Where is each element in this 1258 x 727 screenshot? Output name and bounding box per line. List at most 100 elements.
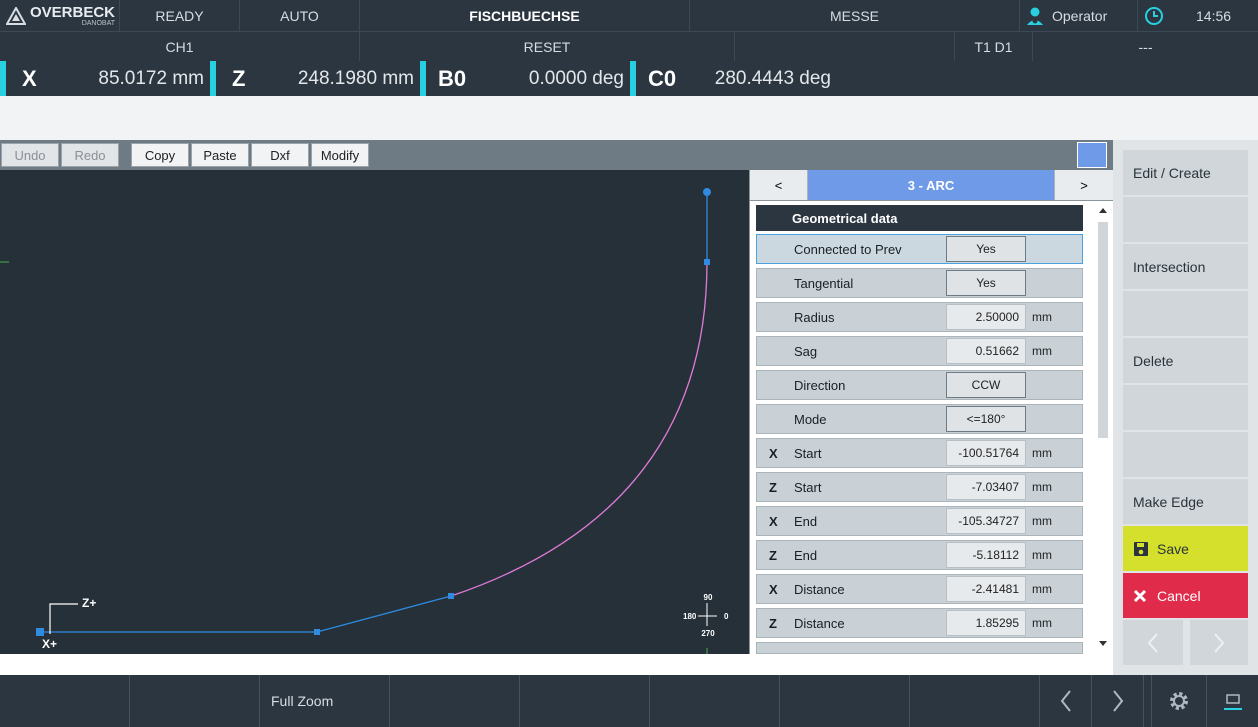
row-axis: X — [769, 513, 778, 529]
tangential-toggle[interactable]: Yes — [946, 270, 1026, 296]
row-label: Radius — [794, 309, 835, 325]
z-end-input[interactable]: -5.18112 — [946, 542, 1026, 568]
channel-label: CH1 — [0, 32, 360, 61]
axis-marker — [420, 61, 426, 96]
side-next-button[interactable] — [1190, 620, 1248, 665]
row-axis: X — [769, 445, 778, 461]
x-plus-label: X+ — [42, 637, 58, 651]
connected-to-prev-toggle[interactable]: Yes — [946, 236, 1026, 262]
full-zoom-button[interactable]: Full Zoom — [260, 675, 390, 727]
axis-name: B0 — [438, 65, 467, 91]
save-button[interactable]: Save — [1123, 526, 1248, 571]
z-distance-input[interactable]: 1.85295 — [946, 610, 1026, 636]
paste-button[interactable]: Paste — [191, 143, 249, 167]
redo-button[interactable]: Redo — [61, 143, 119, 167]
compass-bottom-label: 270 — [701, 629, 715, 638]
direction-toggle[interactable]: CCW — [946, 372, 1026, 398]
color-swatch-button[interactable] — [1077, 142, 1107, 168]
row-unit: mm — [1032, 310, 1052, 324]
contour-point[interactable] — [314, 629, 320, 635]
machine-button[interactable] — [1207, 675, 1258, 727]
brand-name: OVERBECK — [30, 3, 116, 21]
side-empty-button[interactable] — [1123, 197, 1248, 242]
panel-scrollbar[interactable] — [1094, 204, 1112, 650]
cancel-button[interactable]: Cancel — [1123, 573, 1248, 618]
contour-canvas[interactable]: Z+ X+ 90 180 0 270 — [0, 170, 749, 654]
side-empty-button[interactable] — [1123, 432, 1248, 477]
measure-label: MESSE — [690, 0, 1020, 31]
axis-name: Z — [232, 65, 246, 91]
side-prev-button[interactable] — [1123, 620, 1183, 665]
copy-button[interactable]: Copy — [131, 143, 189, 167]
x-end-input[interactable]: -105.34727 — [946, 508, 1026, 534]
contour-end-point[interactable] — [703, 188, 711, 196]
softkey-4[interactable] — [390, 675, 520, 727]
property-row-radius: Radius 2.50000 mm — [756, 302, 1083, 332]
radius-input[interactable]: 2.50000 — [946, 304, 1026, 330]
delete-button[interactable]: Delete — [1123, 338, 1248, 383]
program-name: FISCHBUECHSE — [360, 0, 690, 31]
bottom-separator — [1144, 675, 1152, 727]
property-row-x-distance: X Distance -2.41481 mm — [756, 574, 1083, 604]
mode-toggle[interactable]: <=180° — [946, 406, 1026, 432]
bottom-softkey-bar: Full Zoom — [0, 675, 1258, 727]
side-empty-button[interactable] — [1123, 385, 1248, 430]
property-row-z-distance: Z Distance 1.85295 mm — [756, 608, 1083, 638]
axis-b0: B0 0.0000 deg — [420, 61, 630, 96]
property-row-z-end: Z End -5.18112 mm — [756, 540, 1083, 570]
row-label: Start — [794, 445, 822, 461]
clock-icon — [1145, 6, 1163, 25]
softkey-5[interactable] — [520, 675, 650, 727]
scroll-down-icon[interactable] — [1099, 641, 1107, 646]
dxf-button[interactable]: Dxf — [251, 143, 309, 167]
softkey-6[interactable] — [650, 675, 780, 727]
softkey-7[interactable] — [780, 675, 910, 727]
prev-element-button[interactable]: < — [750, 170, 808, 200]
row-unit: mm — [1032, 446, 1052, 460]
softkey-2[interactable] — [130, 675, 260, 727]
section-header: Geometrical data — [756, 205, 1083, 231]
undo-button[interactable]: Undo — [1, 143, 59, 167]
tool-value: --- — [1138, 38, 1153, 55]
user-area[interactable]: Operator — [1020, 0, 1138, 31]
settings-button[interactable] — [1152, 675, 1207, 727]
axis-value: 280.4443 deg — [714, 67, 831, 89]
scroll-up-icon[interactable] — [1099, 208, 1107, 213]
z-start-input[interactable]: -7.03407 — [946, 474, 1026, 500]
intersection-button[interactable]: Intersection — [1123, 244, 1248, 289]
contour-drawing[interactable] — [0, 170, 749, 654]
edit-create-button[interactable]: Edit / Create — [1123, 150, 1248, 195]
gear-icon — [1170, 692, 1188, 710]
compass-top-label: 90 — [703, 593, 713, 602]
row-label: End — [794, 513, 818, 529]
row-axis: X — [769, 581, 778, 597]
bottom-next-button[interactable] — [1092, 675, 1144, 727]
axis-value: 248.1980 mm — [297, 67, 414, 89]
row-label: Distance — [794, 581, 845, 597]
clock-area: 14:56 — [1138, 0, 1258, 31]
operator-icon — [1027, 7, 1043, 25]
contour-start-point[interactable] — [36, 628, 44, 636]
modify-button[interactable]: Modify — [311, 143, 369, 167]
coordinate-axes-icon — [49, 603, 78, 634]
chevron-right-icon — [1214, 632, 1225, 653]
content-spacer — [0, 96, 1258, 140]
axis-marker — [630, 61, 636, 96]
softkey-1[interactable] — [0, 675, 130, 727]
side-empty-button[interactable] — [1123, 291, 1248, 336]
chevron-left-icon — [1060, 690, 1071, 712]
scroll-thumb[interactable] — [1098, 222, 1108, 438]
x-distance-input[interactable]: -2.41481 — [946, 576, 1026, 602]
x-start-input[interactable]: -100.51764 — [946, 440, 1026, 466]
bottom-prev-button[interactable] — [1040, 675, 1092, 727]
row-unit: mm — [1032, 616, 1052, 630]
contour-point[interactable] — [704, 259, 710, 265]
sag-input[interactable]: 0.51662 — [946, 338, 1026, 364]
chevron-left-icon — [1147, 632, 1158, 653]
row-unit: mm — [1032, 480, 1052, 494]
make-edge-button[interactable]: Make Edge — [1123, 479, 1248, 524]
row-unit: mm — [1032, 344, 1052, 358]
softkey-8[interactable] — [910, 675, 1040, 727]
contour-point[interactable] — [448, 593, 454, 599]
next-element-button[interactable]: > — [1054, 170, 1113, 200]
